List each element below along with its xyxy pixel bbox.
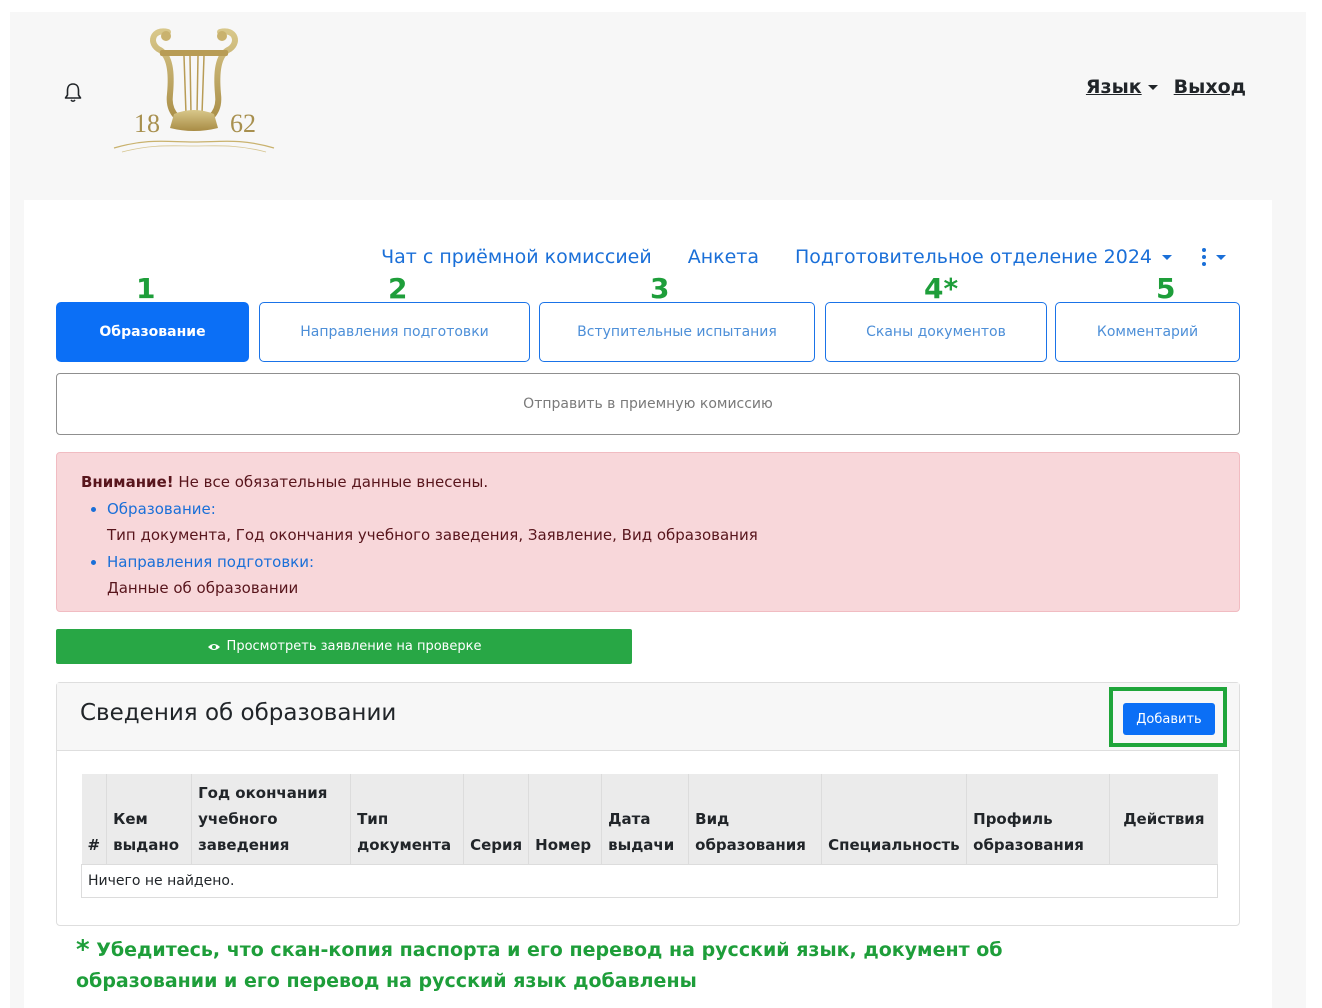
alert-title: Внимание! — [81, 473, 174, 491]
alert-header: Внимание! Не все обязательные данные вне… — [81, 469, 1215, 496]
scan-reminder-note: * Убедитесь, что скан-копия паспорта и е… — [76, 935, 1076, 997]
step-number-3: 3 — [650, 272, 670, 305]
column-header[interactable]: Тип документа — [350, 774, 465, 865]
view-application-button[interactable]: Просмотреть заявление на проверке — [56, 629, 632, 664]
column-header[interactable]: Профиль образования — [966, 774, 1111, 865]
note-asterisk: * — [76, 935, 90, 965]
view-application-label: Просмотреть заявление на проверке — [226, 639, 482, 654]
top-right-menu: Язык Выход — [1086, 76, 1246, 98]
alert-link-directions[interactable]: Направления подготовки: — [107, 553, 314, 571]
caret-down-icon — [1147, 85, 1158, 90]
department-label: Подготовительное отделение 2024 — [795, 246, 1152, 268]
bell-icon[interactable] — [60, 80, 86, 106]
logout-link[interactable]: Выход — [1174, 76, 1246, 98]
kebab-icon — [1202, 248, 1206, 266]
tab-comment[interactable]: Комментарий — [1055, 302, 1240, 362]
tab-document-scans[interactable]: Сканы документов — [825, 302, 1047, 362]
step-number-5: 5 — [1156, 272, 1176, 305]
alert-item: Направления подготовки: Данные об образо… — [107, 549, 1215, 602]
alert-list: Образование: Тип документа, Год окончани… — [81, 496, 1215, 602]
card-header: Сведения об образовании Добавить — [57, 683, 1239, 751]
logo-year-right: 62 — [230, 109, 256, 138]
questionnaire-link[interactable]: Анкета — [688, 246, 759, 268]
alert-detail: Данные об образовании — [107, 579, 299, 597]
add-button-highlight: Добавить — [1109, 687, 1227, 747]
tab-study-directions[interactable]: Направления подготовки — [259, 302, 530, 362]
caret-down-icon — [1216, 254, 1226, 260]
caret-down-icon — [1162, 255, 1172, 260]
alert-item: Образование: Тип документа, Год окончани… — [107, 496, 1215, 549]
add-button[interactable]: Добавить — [1123, 703, 1215, 735]
column-header[interactable]: Вид образования — [688, 774, 823, 865]
department-dropdown[interactable]: Подготовительное отделение 2024 — [795, 246, 1172, 268]
logo: 18 62 — [108, 14, 280, 164]
step-number-2: 2 — [388, 272, 408, 305]
column-header[interactable]: Дата выдачи — [601, 774, 690, 865]
chat-link[interactable]: Чат с приёмной комиссией — [381, 246, 652, 268]
table-header-row: # Кем выдано Год окончания учебного заве… — [81, 774, 1218, 865]
send-to-committee-button[interactable]: Отправить в приемную комиссию — [56, 373, 1240, 435]
education-table: # Кем выдано Год окончания учебного заве… — [81, 774, 1218, 898]
column-header[interactable]: Номер — [528, 774, 603, 865]
more-options-menu[interactable] — [1202, 248, 1226, 266]
column-header: Действия — [1109, 774, 1218, 865]
alert-detail: Тип документа, Год окончания учебного за… — [107, 526, 758, 544]
secondary-nav: Чат с приёмной комиссией Анкета Подготов… — [381, 246, 1226, 268]
empty-table-message: Ничего не найдено. — [81, 864, 1218, 898]
column-header[interactable]: # — [81, 774, 108, 865]
tab-education[interactable]: Образование — [56, 302, 249, 362]
logo-year-left: 18 — [134, 109, 160, 138]
card-title: Сведения об образовании — [80, 700, 397, 726]
note-text: Убедитесь, что скан-копия паспорта и его… — [76, 939, 1003, 992]
tab-entrance-exams[interactable]: Вступительные испытания — [539, 302, 815, 362]
column-header[interactable]: Серия — [463, 774, 530, 865]
table-row: Ничего не найдено. — [81, 864, 1218, 898]
column-header[interactable]: Год окончания учебного заведения — [191, 774, 352, 865]
language-dropdown[interactable]: Язык — [1086, 76, 1158, 98]
language-link[interactable]: Язык — [1086, 76, 1142, 98]
column-header[interactable]: Кем выдано — [106, 774, 193, 865]
warning-alert: Внимание! Не все обязательные данные вне… — [56, 452, 1240, 612]
step-number-1: 1 — [136, 272, 156, 305]
alert-message: Не все обязательные данные внесены. — [178, 473, 489, 491]
column-header[interactable]: Специальность — [821, 774, 968, 865]
step-number-4: 4* — [924, 272, 959, 305]
alert-link-education[interactable]: Образование: — [107, 500, 216, 518]
eye-icon — [207, 643, 220, 650]
education-card: Сведения об образовании Добавить # Кем в… — [56, 682, 1240, 926]
